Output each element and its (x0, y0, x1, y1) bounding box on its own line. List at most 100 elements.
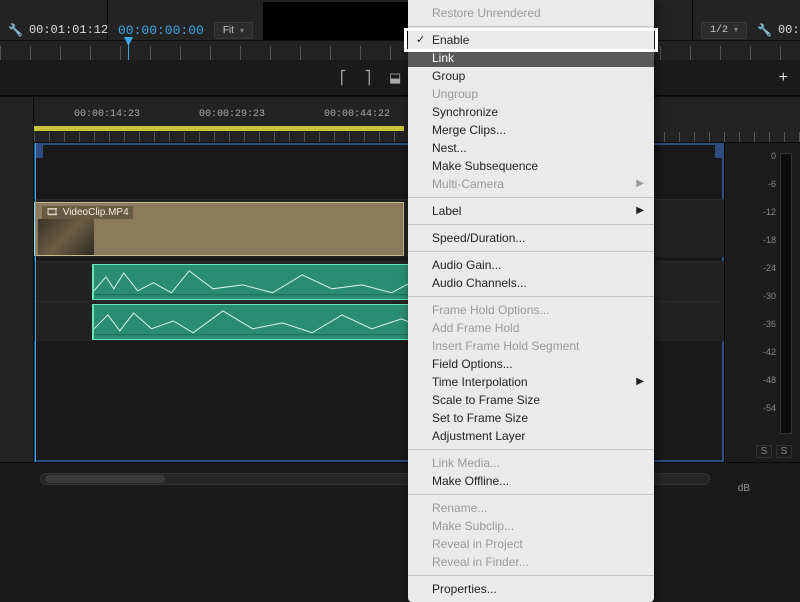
menu-item-label[interactable]: Label▶ (408, 202, 654, 220)
menu-item-rename: Rename... (408, 499, 654, 517)
menu-item-label: Field Options... (432, 357, 513, 371)
menu-item-group[interactable]: Group (408, 67, 654, 85)
monitor-time-ruler[interactable] (0, 40, 800, 60)
menu-item-add-frame-hold: Add Frame Hold (408, 319, 654, 337)
timeline-panel: 00:00:14:23 00:00:29:23 00:00:44:22 🎞 Vi… (0, 96, 800, 462)
menu-item-label: Ungroup (432, 87, 478, 101)
menu-item-label: Reveal in Finder... (432, 555, 529, 569)
work-area-bar[interactable] (34, 126, 404, 131)
menu-item-make-offline[interactable]: Make Offline... (408, 472, 654, 490)
menu-item-insert-frame-hold-segment: Insert Frame Hold Segment (408, 337, 654, 355)
menu-item-make-subsequence[interactable]: Make Subsequence (408, 157, 654, 175)
menu-item-label: Rename... (432, 501, 487, 515)
db-label: -42 (763, 347, 776, 357)
menu-item-adjustment-layer[interactable]: Adjustment Layer (408, 427, 654, 445)
audio-meters: 0 -6 -12 -18 -24 -30 -36 -42 -48 -54 S S (724, 143, 800, 462)
menu-separator (408, 251, 654, 252)
menu-item-label: Insert Frame Hold Segment (432, 339, 579, 353)
source-timecode[interactable]: 00:01:01:12 (29, 23, 108, 37)
program-out-timecode[interactable]: 00:01:10:15 (778, 23, 800, 37)
transport-toolbar: ⎡ ⎤ ⬓ |◀ + (0, 60, 800, 96)
solo-button[interactable]: S (756, 445, 772, 458)
video-clip[interactable]: 🎞 VideoClip.MP4 (34, 202, 404, 256)
menu-item-label: Synchronize (432, 105, 498, 119)
playhead[interactable] (128, 41, 129, 60)
menu-item-label: Nest... (432, 141, 467, 155)
menu-separator (408, 575, 654, 576)
submenu-arrow-icon: ▶ (636, 205, 644, 216)
menu-item-time-interpolation[interactable]: Time Interpolation▶ (408, 373, 654, 391)
menu-item-label: Restore Unrendered (432, 6, 541, 20)
db-label: -6 (768, 179, 776, 189)
level-meter (780, 153, 792, 434)
wrench-icon[interactable]: 🔧 (8, 23, 23, 38)
sequence-playhead[interactable] (35, 143, 36, 462)
zoom-fit-select[interactable]: Fit ▾ (214, 22, 253, 39)
menu-item-label: Scale to Frame Size (432, 393, 540, 407)
mark-in-icon[interactable]: ⎡ (340, 70, 347, 86)
menu-item-nest[interactable]: Nest... (408, 139, 654, 157)
range-handle-left[interactable] (35, 144, 43, 158)
clip-label: 🎞 VideoClip.MP4 (42, 206, 133, 219)
db-label: -12 (763, 207, 776, 217)
menu-item-label: Enable (432, 33, 469, 47)
mark-out-icon[interactable]: ⎤ (365, 70, 372, 86)
menu-item-label: Multi-Camera (432, 177, 504, 191)
ruler-ticks (0, 46, 800, 60)
menu-item-label: Make Subsequence (432, 159, 538, 173)
menu-item-label: Audio Channels... (432, 276, 527, 290)
ruler-label: 00:00:44:22 (324, 109, 390, 120)
ruler-label: 00:00:29:23 (199, 109, 265, 120)
menu-item-set-to-frame-size[interactable]: Set to Frame Size (408, 409, 654, 427)
wrench-icon[interactable]: 🔧 (757, 23, 772, 38)
menu-item-label: Link Media... (432, 456, 500, 470)
scrollbar-thumb[interactable] (45, 475, 165, 483)
menu-item-multi-camera: Multi-Camera▶ (408, 175, 654, 193)
menu-separator (408, 494, 654, 495)
clip-name: VideoClip.MP4 (63, 207, 129, 218)
program-playhead-timecode[interactable]: 00:00:00:00 (118, 23, 204, 38)
menu-item-make-subclip: Make Subclip... (408, 517, 654, 535)
audio-clip[interactable] (92, 264, 462, 300)
film-icon: 🎞 (46, 207, 59, 218)
menu-item-link[interactable]: Link (408, 49, 654, 67)
add-marker-icon[interactable]: ⬓ (389, 70, 401, 86)
chevron-down-icon: ▾ (734, 25, 738, 35)
menu-item-scale-to-frame-size[interactable]: Scale to Frame Size (408, 391, 654, 409)
range-handle-right[interactable] (715, 144, 723, 158)
menu-item-merge-clips[interactable]: Merge Clips... (408, 121, 654, 139)
menu-item-synchronize[interactable]: Synchronize (408, 103, 654, 121)
menu-item-enable[interactable]: Enable ✓ (408, 31, 654, 49)
db-label: 0 (771, 151, 776, 161)
menu-separator (408, 296, 654, 297)
menu-separator (408, 224, 654, 225)
playhead-knob-icon (124, 37, 133, 46)
ruler-label: 00:00:14:23 (74, 109, 140, 120)
waveform-icon (94, 265, 461, 300)
bottom-bar: dB (0, 462, 800, 500)
menu-item-audio-channels[interactable]: Audio Channels... (408, 274, 654, 292)
resolution-label: 1/2 (710, 25, 728, 36)
menu-item-label: Audio Gain... (432, 258, 501, 272)
monitor-header: 🔧 00:01:01:12 00:00:00:00 Fit ▾ 1/2 ▾ 🔧 … (0, 0, 800, 60)
track-header-column[interactable] (0, 97, 34, 462)
db-label: -36 (763, 319, 776, 329)
clip-context-menu[interactable]: Restore Unrendered Enable ✓ Link Group Ungrou… (408, 0, 654, 602)
menu-item-label: Speed/Duration... (432, 231, 525, 245)
menu-item-properties[interactable]: Properties... (408, 580, 654, 598)
menu-item-audio-gain[interactable]: Audio Gain... (408, 256, 654, 274)
menu-item-label: Group (432, 69, 465, 83)
clip-thumbnail (38, 219, 94, 255)
menu-item-label: Time Interpolation (432, 375, 528, 389)
add-button[interactable]: + (779, 69, 788, 87)
menu-item-field-options[interactable]: Field Options... (408, 355, 654, 373)
audio-clip[interactable] (92, 304, 462, 340)
check-icon: ✓ (416, 33, 425, 46)
menu-item-speed-duration[interactable]: Speed/Duration... (408, 229, 654, 247)
menu-item-label: Adjustment Layer (432, 429, 525, 443)
menu-item-label: Add Frame Hold (432, 321, 519, 335)
resolution-select[interactable]: 1/2 ▾ (701, 22, 747, 39)
menu-item-label: Set to Frame Size (432, 411, 528, 425)
menu-item-label: Merge Clips... (432, 123, 506, 137)
solo-button[interactable]: S (776, 445, 792, 458)
